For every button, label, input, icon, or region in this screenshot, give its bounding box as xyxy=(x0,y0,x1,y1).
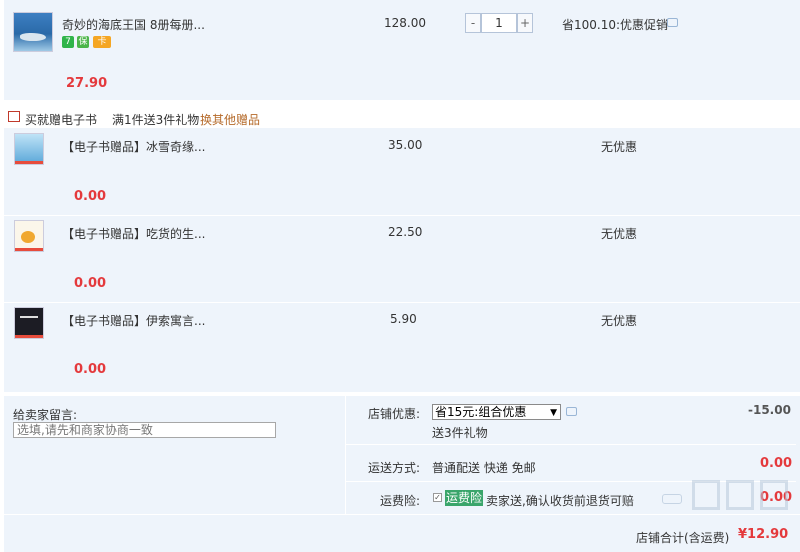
seller-message-input[interactable]: 选填,请先和商家协商一致 xyxy=(13,422,276,438)
footer-divider-vertical xyxy=(345,396,346,514)
badge-7-day-icon: 7 xyxy=(62,36,74,48)
quantity-input[interactable]: 1 xyxy=(481,13,517,33)
gift-header-rule: 满1件送3件礼物 xyxy=(112,113,200,127)
gift-title-3[interactable]: 【电子书赠品】伊索寓言... xyxy=(62,312,205,329)
badge-guarantee-icon: 保 xyxy=(77,36,89,48)
insurance-desc: 卖家送,确认收货前退货可赔 xyxy=(486,494,634,508)
chevron-down-icon: ▼ xyxy=(550,408,557,418)
gift-rows-panel xyxy=(4,128,800,392)
shipping-amount: 0.00 xyxy=(760,456,793,471)
watermark-icon-2 xyxy=(726,480,754,510)
gift-icon xyxy=(8,111,20,122)
gift-thumbnail-1[interactable] xyxy=(14,133,44,165)
gift-promo-2: 无优惠 xyxy=(601,227,638,241)
total-amount: ¥12.90 xyxy=(738,527,789,542)
shipping-label: 运送方式: xyxy=(368,461,421,475)
shop-discount-selected: 省15元:组合优惠 xyxy=(435,405,527,419)
gift-price-1: 35.00 xyxy=(388,138,423,152)
main-item-thumbnail[interactable] xyxy=(13,12,53,52)
insurance-info-icon[interactable] xyxy=(662,494,682,504)
gift-header-label: 买就赠电子书 xyxy=(25,113,98,127)
gift-price-3: 5.90 xyxy=(390,312,417,326)
gift-subtotal-2: 0.00 xyxy=(74,276,107,291)
gift-subtotal-1: 0.00 xyxy=(74,189,107,204)
shop-discount-gift: 送3件礼物 xyxy=(432,426,488,440)
main-item-title[interactable]: 奇妙的海底王国 8册每册... xyxy=(62,16,205,33)
shop-discount-amount: -15.00 xyxy=(748,403,791,417)
shop-discount-select[interactable]: 省15元:组合优惠 ▼ xyxy=(432,404,561,420)
discount-info-icon[interactable] xyxy=(566,407,577,416)
insurance-tag: 运费险 xyxy=(445,490,484,506)
insurance-label: 运费险: xyxy=(380,494,421,508)
gift-promo-3: 无优惠 xyxy=(601,314,638,328)
total-label: 店铺合计(含运费) xyxy=(636,531,730,545)
promo-info-icon[interactable] xyxy=(667,18,678,27)
insurance-checkbox[interactable]: ✓ xyxy=(433,493,442,502)
quantity-minus-button[interactable]: - xyxy=(465,13,481,33)
quantity-plus-button[interactable]: + xyxy=(517,13,533,33)
gift-subtotal-3: 0.00 xyxy=(74,362,107,377)
badge-card-icon: 卡 xyxy=(93,36,111,48)
gift-thumbnail-3[interactable] xyxy=(14,307,44,339)
gift-title-1[interactable]: 【电子书赠品】冰雪奇缘... xyxy=(62,138,205,155)
gift-thumbnail-2[interactable] xyxy=(14,220,44,252)
shipping-value: 普通配送 快递 免邮 xyxy=(432,461,536,475)
gift-price-2: 22.50 xyxy=(388,225,423,239)
watermark-icon-1 xyxy=(692,480,720,510)
shop-discount-label: 店铺优惠: xyxy=(368,407,421,421)
change-gift-link[interactable]: 换其他赠品 xyxy=(200,111,260,128)
main-item-price: 128.00 xyxy=(384,16,426,30)
main-item-promo: 省100.10:优惠促销 xyxy=(562,18,669,32)
main-item-row xyxy=(4,0,800,100)
main-item-subtotal: 27.90 xyxy=(66,76,108,91)
gift-promo-1: 无优惠 xyxy=(601,140,638,154)
watermark-icon-3 xyxy=(760,480,788,510)
gift-title-2[interactable]: 【电子书赠品】吃货的生... xyxy=(62,225,205,242)
message-label: 给卖家留言: xyxy=(13,408,78,422)
